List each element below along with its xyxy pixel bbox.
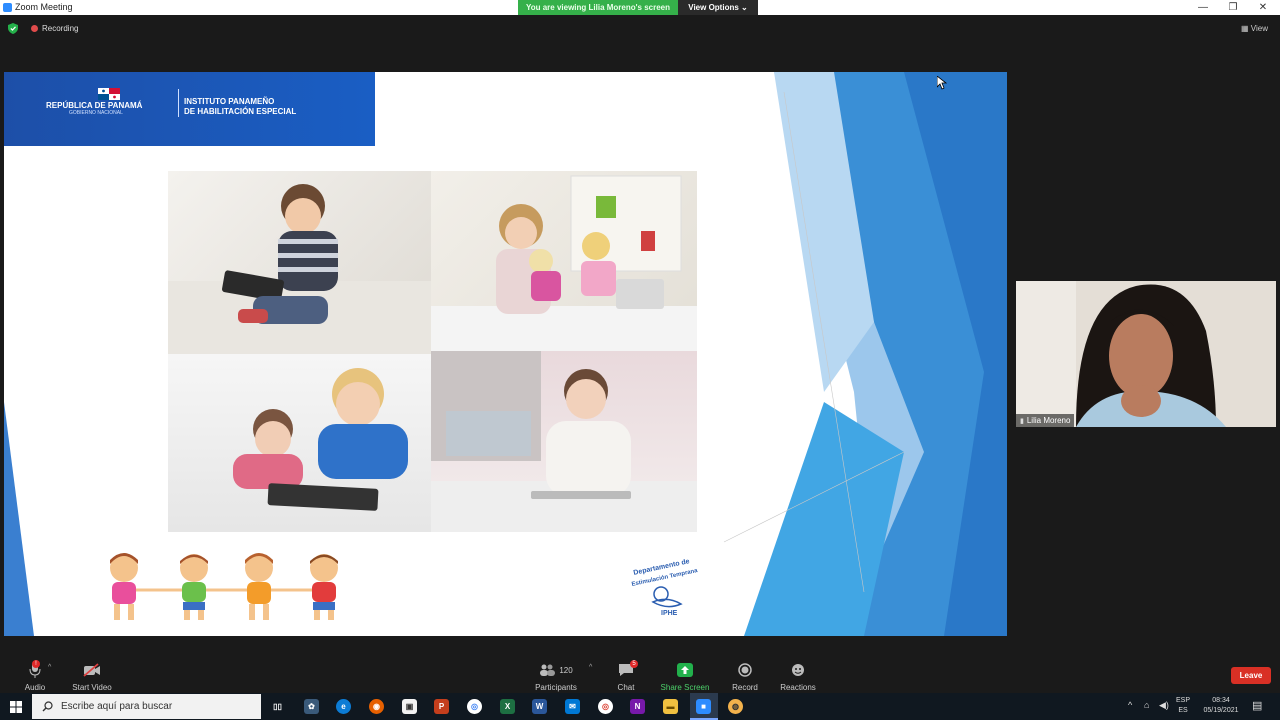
grid-icon: ▦	[1241, 24, 1251, 33]
minimize-button[interactable]: —	[1188, 0, 1218, 15]
start-video-button[interactable]: Start Video	[57, 660, 127, 692]
baby-logo-icon	[651, 586, 683, 608]
task-view-icon[interactable]: ▯▯	[270, 699, 285, 714]
participants-label: Participants	[535, 683, 577, 692]
share-screen-icon	[675, 660, 695, 680]
zoom-taskbar-active[interactable]: ■	[690, 693, 718, 720]
shared-screen-slide: REPÚBLICA DE PANAMÁ GOBIERNO NACIONAL IN…	[4, 72, 1007, 636]
photo-child-tablet	[168, 171, 431, 354]
cartoon-children-illustration	[110, 553, 338, 620]
clock[interactable]: 08:34 05/19/2021	[1200, 696, 1242, 716]
banner-divider	[178, 89, 179, 117]
edge-icon[interactable]: e	[336, 699, 351, 714]
participants-icon: 120	[535, 660, 577, 680]
view-button[interactable]: ▦ View	[1241, 24, 1268, 33]
language-top: ESP	[1176, 697, 1191, 704]
firefox-icon[interactable]: ◉	[369, 699, 384, 714]
chrome-profile-icon[interactable]: ◎	[598, 699, 613, 714]
banner-organization: INSTITUTO PANAMEÑO DE HABILITACIÓN ESPEC…	[184, 97, 296, 117]
powerpoint-icon[interactable]: P	[434, 699, 449, 714]
chat-unread-badge: 5	[630, 660, 638, 668]
record-icon	[735, 660, 755, 680]
clock-time: 08:34	[1212, 697, 1230, 704]
window-title: Zoom Meeting	[15, 2, 73, 12]
clock-date: 05/19/2021	[1203, 707, 1239, 714]
audio-warning-badge: !	[32, 660, 40, 668]
panama-flag-icon	[98, 88, 120, 100]
audio-options-caret-icon[interactable]: ^	[48, 664, 51, 671]
language-bottom: ES	[1178, 707, 1188, 714]
restore-button[interactable]: ❐	[1218, 0, 1248, 15]
zoom-taskbar-icon: ■	[696, 699, 711, 714]
photo-baby-tablet	[431, 351, 697, 532]
close-button[interactable]: ✕	[1248, 0, 1278, 15]
leave-button[interactable]: Leave	[1231, 667, 1271, 684]
mail-icon[interactable]: ✉	[565, 699, 580, 714]
video-off-icon	[82, 660, 102, 680]
word-icon[interactable]: W	[532, 699, 547, 714]
file-explorer-icon[interactable]: ▬	[663, 699, 678, 714]
app-icon-orange[interactable]: ◍	[728, 699, 743, 714]
meeting-top-bar	[0, 15, 1280, 41]
network-icon[interactable]: ⌂	[1144, 700, 1149, 710]
view-options-button[interactable]: View Options ⌄	[678, 0, 758, 15]
reactions-smiley-icon	[788, 660, 808, 680]
photo-children-tablet	[168, 354, 431, 532]
banner-country: REPÚBLICA DE PANAMÁ	[46, 101, 143, 110]
institution-banner: REPÚBLICA DE PANAMÁ GOBIERNO NACIONAL IN…	[4, 72, 375, 146]
mouse-cursor-icon	[937, 76, 947, 90]
audio-label: Audio	[24, 683, 46, 692]
logo-line3: IPHE	[661, 610, 678, 617]
language-indicator[interactable]: ESP ES	[1176, 696, 1190, 716]
encryption-shield-icon[interactable]	[8, 23, 18, 34]
banner-org-line1: INSTITUTO PANAMEÑO	[184, 97, 275, 106]
onenote-icon[interactable]: N	[630, 699, 645, 714]
windows-start-button[interactable]	[0, 693, 32, 720]
notifications-icon[interactable]: ▤	[1252, 699, 1262, 712]
search-placeholder: Escribe aquí para buscar	[61, 701, 173, 712]
signal-strength-icon: ▮	[1020, 417, 1024, 425]
excel-icon[interactable]: X	[500, 699, 515, 714]
department-logo: Departamento de Estimulación Temprana IP…	[629, 558, 729, 622]
photo-mother-laptop	[431, 171, 697, 351]
participants-count: 120	[559, 665, 573, 675]
chrome-icon[interactable]: ◎	[467, 699, 482, 714]
participant-video[interactable]	[1016, 281, 1276, 427]
taskbar-search-box[interactable]: Escribe aquí para buscar	[32, 694, 261, 719]
banner-org-line2: DE HABILITACIÓN ESPECIAL	[184, 107, 297, 116]
volume-icon[interactable]: ◀)	[1159, 700, 1169, 711]
record-label: Record	[732, 683, 758, 692]
participant-name: Lilia Moreno	[1026, 416, 1071, 425]
recording-icon	[31, 25, 38, 32]
participant-name-tag: ▮ Lilia Moreno	[1016, 414, 1075, 427]
viewing-screen-banner: You are viewing Lilia Moreno's screen	[518, 0, 678, 15]
chat-label: Chat	[617, 683, 635, 692]
tray-expand-icon[interactable]: ^	[1128, 700, 1132, 710]
participants-button[interactable]: 120 Participants	[521, 660, 591, 692]
app-icon-generic[interactable]: ✿	[304, 699, 319, 714]
banner-government: GOBIERNO NACIONAL	[69, 110, 123, 116]
share-screen-label: Share Screen	[660, 683, 710, 692]
windows-logo-icon	[10, 700, 22, 713]
start-video-label: Start Video	[72, 683, 112, 692]
reactions-button[interactable]: Reactions	[763, 660, 833, 692]
zoom-app-icon	[3, 3, 12, 12]
search-icon	[42, 701, 53, 712]
recording-label: Recording	[42, 24, 79, 33]
view-button-label: View	[1250, 24, 1268, 33]
store-icon[interactable]: ▣	[402, 699, 417, 714]
reactions-label: Reactions	[780, 683, 816, 692]
